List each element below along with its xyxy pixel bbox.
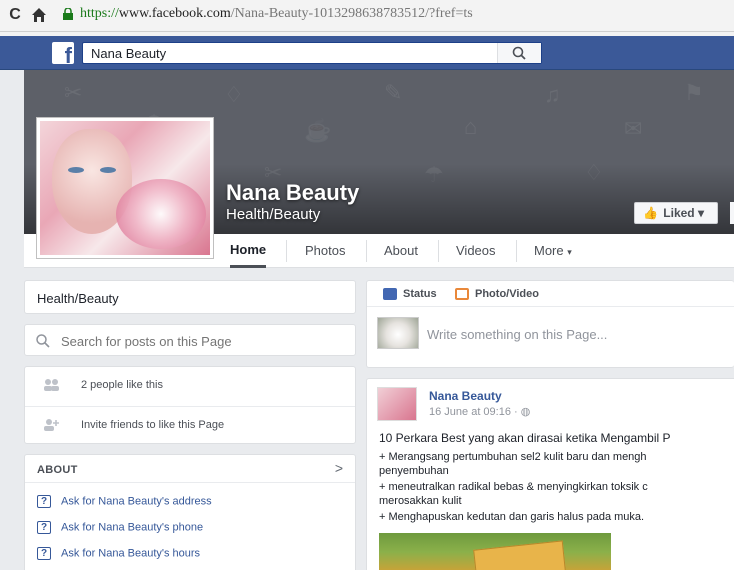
tab-divider xyxy=(438,240,439,262)
ask-hours-label: Ask for Nana Beauty's hours xyxy=(61,547,201,560)
composer-input[interactable]: Write something on this Page... xyxy=(427,327,607,342)
composer-tabs: Status Photo/Video xyxy=(367,281,734,307)
post-avatar[interactable] xyxy=(377,387,417,421)
about-title: ABOUT xyxy=(37,464,78,476)
post-date: 16 June at 09:16 · xyxy=(429,406,521,418)
liked-label: Liked xyxy=(663,206,695,220)
facebook-header: f xyxy=(0,36,734,70)
post-timestamp[interactable]: 16 June at 09:16 · ◍ xyxy=(429,405,530,418)
page-title: Nana Beauty xyxy=(226,180,360,205)
facebook-search-input[interactable] xyxy=(83,43,493,63)
ask-address-label: Ask for Nana Beauty's address xyxy=(61,495,212,508)
pattern-icon: ♢ xyxy=(224,82,244,107)
search-icon xyxy=(36,334,50,348)
photo-video-label: Photo/Video xyxy=(475,288,539,300)
url-scheme: https:// xyxy=(80,6,119,21)
profile-picture[interactable] xyxy=(36,117,214,259)
people-icon xyxy=(43,378,59,392)
tab-home[interactable]: Home xyxy=(230,234,267,268)
thumbs-up-icon: 👍 xyxy=(643,206,658,220)
liked-button[interactable]: 👍 Liked ▾ xyxy=(634,202,718,224)
ask-phone-label: Ask for Nana Beauty's phone xyxy=(61,521,204,534)
likes-card: 2 people like this Invite friends to lik… xyxy=(24,366,356,444)
caret-down-icon: ▾ xyxy=(697,206,705,220)
home-icon[interactable] xyxy=(30,6,48,24)
pattern-icon: ⌂ xyxy=(464,114,478,139)
address-bar[interactable]: https://www.facebook.com/Nana-Beauty-101… xyxy=(80,6,473,22)
chevron-right-icon: > xyxy=(334,460,343,476)
profile-image xyxy=(40,121,210,255)
ask-address-link[interactable]: ? Ask for Nana Beauty's address xyxy=(37,495,212,511)
post-line: + Merangsang pertumbuhan sel2 kulit baru… xyxy=(379,451,647,463)
pattern-icon: ✎ xyxy=(384,80,403,105)
invite-row[interactable]: Invite friends to like this Page xyxy=(25,406,355,444)
post-line: penyembuhan xyxy=(379,465,449,477)
browser-toolbar: C https://www.facebook.com/Nana-Beauty-1… xyxy=(0,0,734,36)
lock-icon xyxy=(62,7,74,20)
photo-video-tab[interactable]: Photo/Video xyxy=(455,288,539,301)
action-button-edge[interactable] xyxy=(730,202,734,224)
photo-icon xyxy=(455,288,469,301)
composer-avatar xyxy=(377,317,419,349)
search-icon xyxy=(512,46,526,60)
invite-text: Invite friends to like this Page xyxy=(81,419,225,431)
tab-more-label: More xyxy=(534,243,564,258)
tab-divider xyxy=(366,240,367,262)
feed-post: Nana Beauty 16 June at 09:16 · ◍ 10 Perk… xyxy=(366,378,734,570)
page-post-search xyxy=(24,324,356,356)
page-category[interactable]: Health/Beauty xyxy=(226,206,320,223)
tab-more[interactable]: More ▾ xyxy=(534,234,572,268)
status-tab[interactable]: Status xyxy=(383,288,437,301)
url-path: /Nana-Beauty-1013298638783512/?fref=ts xyxy=(230,6,473,21)
post-photo[interactable] xyxy=(379,533,611,570)
likes-count-text: 2 people like this xyxy=(81,379,163,391)
tab-videos[interactable]: Videos xyxy=(456,234,496,268)
post-author[interactable]: Nana Beauty xyxy=(429,389,502,403)
about-header[interactable]: ABOUT > xyxy=(25,455,355,483)
globe-icon: ◍ xyxy=(520,406,531,418)
post-line: + meneutralkan radikal bebas & menyingki… xyxy=(379,481,648,493)
product-box xyxy=(473,540,567,570)
toolbar-divider xyxy=(0,31,734,32)
post-title: 10 Perkara Best yang akan dirasai ketika… xyxy=(379,431,671,445)
tab-divider xyxy=(516,240,517,262)
url-domain: www.facebook.com xyxy=(118,6,231,21)
portrait-flower xyxy=(116,179,206,249)
tab-divider xyxy=(286,240,287,262)
status-label: Status xyxy=(403,288,437,300)
pencil-icon xyxy=(383,288,397,301)
pattern-icon: ✉ xyxy=(624,116,643,141)
category-card[interactable]: Health/Beauty xyxy=(24,280,356,314)
pattern-icon: ✂ xyxy=(64,80,83,105)
logo-glyph: f xyxy=(64,43,72,65)
likes-row[interactable]: 2 people like this xyxy=(25,367,355,405)
question-icon: ? xyxy=(37,521,51,534)
facebook-logo-icon[interactable]: f xyxy=(52,42,74,64)
pattern-icon: ♫ xyxy=(544,82,561,107)
question-icon: ? xyxy=(37,495,51,508)
post-line: merosakkan kulit xyxy=(379,495,462,507)
ask-hours-link[interactable]: ? Ask for Nana Beauty's hours xyxy=(37,547,200,563)
pattern-icon: ⚑ xyxy=(684,80,704,105)
tab-about[interactable]: About xyxy=(384,234,418,268)
reload-icon[interactable]: C xyxy=(6,6,24,24)
post-search-input[interactable] xyxy=(61,331,341,351)
pattern-icon: ☕ xyxy=(304,118,332,143)
add-person-icon xyxy=(43,418,59,432)
search-button[interactable] xyxy=(497,43,541,63)
portrait-eye xyxy=(68,167,84,173)
ask-phone-link[interactable]: ? Ask for Nana Beauty's phone xyxy=(37,521,203,537)
facebook-search xyxy=(82,42,542,64)
about-card: ABOUT > ? Ask for Nana Beauty's address ?… xyxy=(24,454,356,570)
caret-down-icon: ▾ xyxy=(567,247,572,257)
question-icon: ? xyxy=(37,547,51,560)
post-composer: Status Photo/Video Write something on th… xyxy=(366,280,734,368)
tab-photos[interactable]: Photos xyxy=(305,234,345,268)
portrait-eye xyxy=(100,167,116,173)
post-line: + Menghapuskan kedutan dan garis halus p… xyxy=(379,511,645,523)
